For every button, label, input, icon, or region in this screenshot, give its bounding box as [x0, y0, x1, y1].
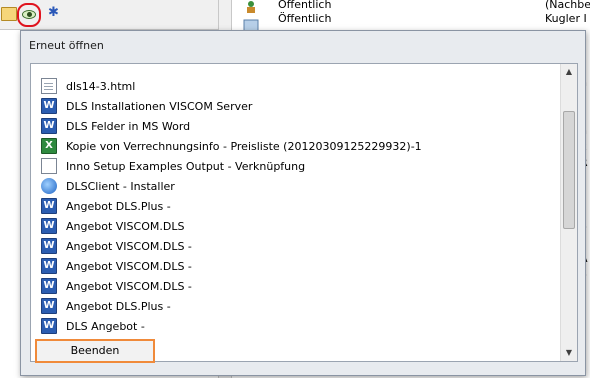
reopen-dialog: Erneut öffnen dls14-3.html W DLS Installat…	[20, 30, 586, 376]
background-row-right-text: (Nachbe	[545, 0, 590, 11]
recent-file-label: Angebot DLS.Plus -	[66, 299, 171, 313]
recent-file-label: Angebot VISCOM.DLS -	[66, 279, 192, 293]
recent-file-label: Angebot VISCOM.DLS -	[66, 239, 192, 253]
word-document-icon: W	[41, 118, 57, 134]
recent-file-label: dls14-3.html	[66, 79, 136, 93]
html-file-icon	[41, 78, 57, 94]
folder-icon[interactable]	[1, 7, 17, 21]
background-toolbar: ✱	[0, 0, 220, 30]
background-row-icon	[243, 0, 259, 14]
tool-icon[interactable]: ✱	[48, 5, 64, 20]
word-document-icon: W	[41, 318, 57, 334]
recent-file-item[interactable]: X Kopie von Verrechnungsinfo - Preisliste…	[41, 136, 561, 156]
recent-file-item[interactable]: DLSClient - Installer	[41, 176, 561, 196]
recent-file-label: DLS Felder in MS Word	[66, 119, 191, 133]
recent-file-item[interactable]: W DLS Installationen VISCOM Server	[41, 96, 561, 116]
recent-file-label: Angebot VISCOM.DLS	[66, 219, 185, 233]
word-document-icon: W	[41, 238, 57, 254]
recent-file-label: Angebot DLS.Plus -	[66, 199, 171, 213]
background-row-text: Öffentlich	[278, 12, 332, 25]
word-document-icon: W	[41, 258, 57, 274]
recent-file-item[interactable]: W Angebot DLS.Plus -	[41, 196, 561, 216]
background-row-text: Öffentlich	[278, 0, 332, 11]
recent-file-label: Inno Setup Examples Output - Verknüpfung	[66, 159, 306, 173]
background-row-right-text: Kugler I	[545, 12, 587, 25]
scroll-up-arrow-icon[interactable]: ▲	[561, 64, 577, 80]
recent-file-item[interactable]: W DLS Felder in MS Word	[41, 116, 561, 136]
word-document-icon: W	[41, 98, 57, 114]
recent-file-item[interactable]: Inno Setup Examples Output - Verknüpfung	[41, 156, 561, 176]
recent-files-list: dls14-3.html W DLS Installationen VISCOM S…	[30, 63, 578, 362]
recent-file-label: DLS Installationen VISCOM Server	[66, 99, 253, 113]
dialog-title: Erneut öffnen	[29, 39, 104, 52]
close-button[interactable]: Beenden	[35, 339, 155, 363]
word-document-icon: W	[41, 298, 57, 314]
recent-file-item[interactable]: dls14-3.html	[41, 76, 561, 96]
recent-file-item[interactable]: W Angebot VISCOM.DLS -	[41, 236, 561, 256]
recent-file-label: Angebot VISCOM.DLS -	[66, 259, 192, 273]
list-scrollbar[interactable]: ▲ ▼	[560, 64, 577, 361]
recent-file-label: Kopie von Verrechnungsinfo - Preisliste …	[66, 139, 422, 153]
word-document-icon: W	[41, 218, 57, 234]
recent-file-label: DLS Angebot -	[66, 319, 145, 333]
setup-installer-icon	[41, 178, 57, 194]
recent-file-item[interactable]: W Angebot VISCOM.DLS -	[41, 256, 561, 276]
reopen-button-highlight[interactable]	[17, 3, 41, 27]
recent-file-item[interactable]: W Angebot DLS.Plus -	[41, 296, 561, 316]
eye-icon[interactable]	[22, 10, 36, 19]
recent-file-item[interactable]: W DLS Angebot -	[41, 316, 561, 336]
recent-file-item[interactable]: W Angebot VISCOM.DLS	[41, 216, 561, 236]
word-document-icon: W	[41, 198, 57, 214]
recent-file-item[interactable]: W Angebot VISCOM.DLS -	[41, 276, 561, 296]
word-document-icon: W	[41, 278, 57, 294]
document-icon	[41, 158, 57, 174]
excel-spreadsheet-icon: X	[41, 138, 57, 154]
recent-file-label: DLSClient - Installer	[66, 179, 175, 193]
scroll-down-arrow-icon[interactable]: ▼	[561, 345, 577, 361]
scroll-thumb[interactable]	[563, 111, 575, 229]
